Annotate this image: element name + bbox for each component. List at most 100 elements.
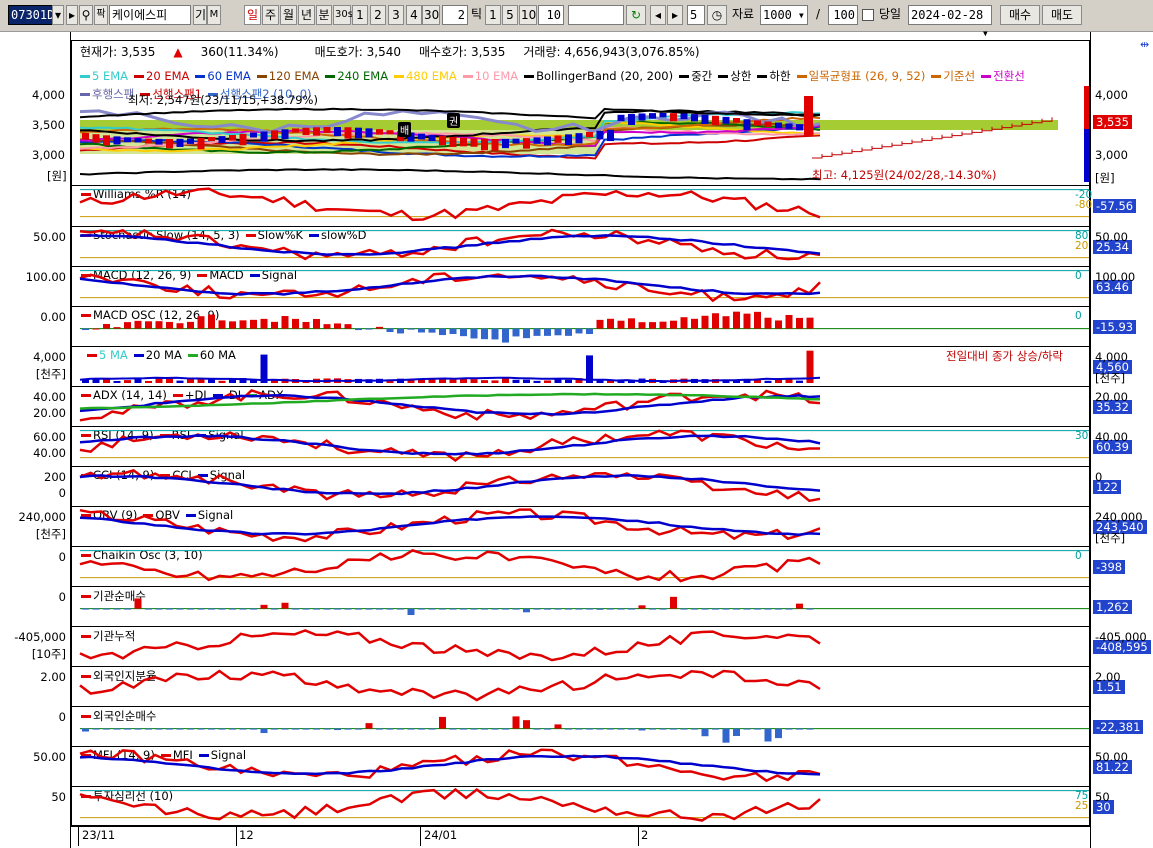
histogram-bar (512, 608, 520, 610)
histogram-bar (197, 316, 205, 329)
panel-plot-williams[interactable] (72, 186, 1089, 224)
legend-item[interactable]: 상한 (718, 69, 751, 83)
histogram-bar (638, 322, 646, 329)
x-tick (638, 826, 639, 846)
legend-item[interactable]: 240 EMA (325, 69, 388, 83)
refresh-icon[interactable]: ↻ (626, 5, 646, 25)
panel-plot-stoch[interactable] (72, 227, 1089, 265)
legend-item[interactable]: 60 EMA (195, 69, 251, 83)
indicator-line (79, 228, 821, 261)
total-input[interactable]: 100 (828, 5, 858, 25)
left-tick-label: 50 (51, 790, 66, 804)
date-picker[interactable]: 2024-02-28 ▾ (908, 5, 992, 40)
histogram-bar (617, 728, 625, 730)
code-dropdown-button[interactable]: ▾ (52, 5, 64, 25)
legend-item[interactable]: 일목균형표 (26, 9, 52) (796, 69, 925, 83)
legend-item[interactable]: BollingerBand (20, 200) (524, 69, 673, 83)
panel-plot-foreignnet[interactable] (72, 707, 1089, 745)
period-tab-week[interactable]: 주 (262, 5, 279, 25)
same-day-checkbox[interactable] (862, 9, 874, 21)
right-tick-label: 50 (1095, 790, 1110, 804)
histogram-bar (628, 728, 635, 730)
clock-icon[interactable]: ◷ (707, 5, 727, 25)
panel-plot-macd[interactable] (72, 267, 1089, 305)
period-tab-2[interactable]: 2 (370, 5, 386, 25)
period-tab-3[interactable]: 3 (388, 5, 404, 25)
left-tick-label: 240,000 (18, 510, 66, 524)
legend-item[interactable]: 기준선 (931, 69, 975, 83)
tick-opt-5[interactable]: 5 (502, 5, 518, 25)
tick-value-input[interactable]: 10 (538, 5, 564, 25)
stock-name-field[interactable]: 케이에스피 (109, 5, 191, 25)
level-label: 20 (1075, 240, 1089, 252)
volume-bar (512, 379, 520, 383)
period-tab-4[interactable]: 4 (406, 5, 422, 25)
search-icon[interactable]: ⚲ (79, 5, 93, 25)
buy-button[interactable]: 매수 (1000, 5, 1040, 25)
candle (491, 138, 499, 151)
period-tab-1[interactable]: 1 (352, 5, 368, 25)
panel-plot-psy[interactable] (72, 787, 1089, 825)
chart-type-button[interactable]: 팍 (94, 5, 108, 25)
panel-plot-rsi[interactable] (72, 427, 1089, 465)
expand-icon[interactable]: ⇹ (1140, 38, 1149, 51)
candle (743, 119, 751, 131)
panel-plot-foreign[interactable] (72, 667, 1089, 705)
period-tab-minute[interactable]: 분 (316, 5, 332, 25)
histogram-bar (743, 608, 751, 610)
histogram-bar (397, 608, 404, 610)
histogram-bar (124, 728, 131, 730)
badge-bae: 배 (398, 122, 412, 137)
period-tab-30[interactable]: 30 (422, 5, 440, 25)
histogram-bar (313, 608, 320, 610)
triangle-left-icon[interactable]: ◂ (650, 5, 666, 25)
panel-current-value-chaikin: -398 (1093, 560, 1126, 574)
indicator-line (79, 629, 821, 662)
legend-item[interactable]: 5 EMA (80, 69, 128, 83)
next-stock-button[interactable]: ▸ (66, 5, 78, 25)
legend-item[interactable]: 중간 (679, 69, 712, 83)
m-button[interactable]: M (207, 5, 221, 25)
panel-plot-volume[interactable] (72, 347, 1089, 385)
candle (229, 135, 236, 141)
gi-button[interactable]: 기 (193, 5, 207, 25)
histogram-bar (470, 728, 478, 730)
legend-item[interactable]: 480 EMA (394, 69, 457, 83)
panel-plot-mfi[interactable] (72, 747, 1089, 785)
sell-button[interactable]: 매도 (1042, 5, 1082, 25)
panel-plot-macdosc[interactable] (72, 307, 1089, 345)
panel-plot-cci[interactable] (72, 467, 1089, 505)
histogram-bar (134, 320, 142, 329)
triangle-right-icon[interactable]: ▸ (667, 5, 683, 25)
histogram-bar (701, 728, 709, 737)
legend-swatch (931, 75, 942, 78)
histogram-bar (712, 608, 719, 610)
period-tab-year[interactable]: 년 (298, 5, 315, 25)
blank-input[interactable] (568, 5, 624, 25)
period-tab-day[interactable]: 일 (244, 5, 261, 25)
legend-item[interactable]: 전환선 (981, 69, 1025, 83)
legend-item[interactable]: 20 EMA (134, 69, 189, 83)
panel-plot-obv[interactable] (72, 507, 1089, 545)
histogram-bar (323, 728, 331, 730)
candle (187, 138, 194, 144)
panel-plot-adx[interactable] (72, 387, 1089, 425)
panel-plot-chaikin[interactable] (72, 547, 1089, 585)
step-input[interactable]: 5 (687, 5, 705, 25)
period-tab-30s[interactable]: 30s (333, 5, 353, 25)
histogram-bar (397, 728, 404, 730)
histogram-bar (103, 323, 110, 329)
histogram-bar (176, 728, 184, 730)
count-input[interactable]: 2 (442, 5, 468, 25)
tick-opt-10[interactable]: 10 (519, 5, 537, 25)
tick-opt-1[interactable]: 1 (485, 5, 501, 25)
data-count-select[interactable]: 1000 ▾ (760, 5, 808, 25)
panel-plot-instcum[interactable] (72, 627, 1089, 665)
legend-item[interactable]: 10 EMA (462, 69, 518, 83)
histogram-bar (208, 314, 215, 329)
legend-item[interactable]: 하한 (757, 69, 791, 83)
panel-plot-inst[interactable] (72, 587, 1089, 625)
legend-item[interactable]: 120 EMA (256, 69, 319, 83)
period-tab-month[interactable]: 월 (280, 5, 297, 25)
left-tick-label: [천주] (35, 527, 66, 541)
